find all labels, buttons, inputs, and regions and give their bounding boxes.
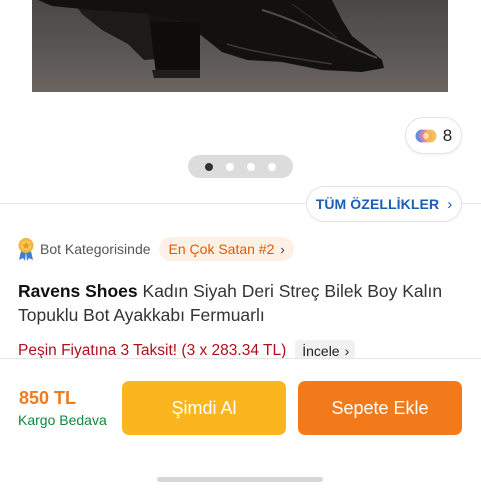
pager-dot-2[interactable] bbox=[226, 162, 234, 171]
pager-dot-3[interactable] bbox=[247, 162, 255, 171]
product-brand[interactable]: Ravens Shoes bbox=[18, 281, 138, 301]
medal-icon bbox=[18, 238, 34, 261]
image-pager[interactable] bbox=[188, 155, 293, 178]
boot-photo bbox=[38, 0, 384, 78]
pager-dot-4[interactable] bbox=[268, 162, 276, 171]
inspect-label: İncele bbox=[302, 343, 340, 359]
product-image[interactable] bbox=[32, 0, 448, 92]
color-circles-icon bbox=[415, 129, 437, 142]
chevron-right-icon: › bbox=[280, 241, 285, 257]
all-features-label: TÜM ÖZELLİKLER bbox=[315, 196, 440, 212]
product-title: Ravens Shoes Kadın Siyah Deri Streç Bile… bbox=[18, 279, 463, 327]
bestseller-label: En Çok Satan #2 bbox=[168, 241, 275, 257]
bottom-action-bar: 850 TL Kargo Bedava Şimdi Al Sepete Ekle bbox=[0, 358, 481, 490]
bestseller-badge[interactable]: En Çok Satan #2 › bbox=[158, 237, 294, 261]
add-to-cart-button[interactable]: Sepete Ekle bbox=[298, 381, 462, 435]
chevron-right-icon: › bbox=[344, 343, 350, 359]
chevron-right-icon: › bbox=[447, 195, 453, 213]
all-features-button[interactable]: TÜM ÖZELLİKLER › bbox=[306, 186, 462, 222]
price: 850 TL bbox=[19, 388, 77, 408]
pager-dot-1[interactable] bbox=[205, 162, 213, 171]
shipping-info: Kargo Bedava bbox=[18, 412, 107, 428]
photo-count: 8 bbox=[442, 125, 453, 145]
home-indicator[interactable] bbox=[157, 477, 323, 482]
buy-now-button[interactable]: Şimdi Al bbox=[122, 381, 286, 435]
photo-count-button[interactable]: 8 bbox=[405, 117, 462, 154]
category-label: Bot Kategorisinde bbox=[40, 241, 151, 257]
category-ranking: Bot Kategorisinde En Çok Satan #2 › bbox=[17, 236, 294, 262]
